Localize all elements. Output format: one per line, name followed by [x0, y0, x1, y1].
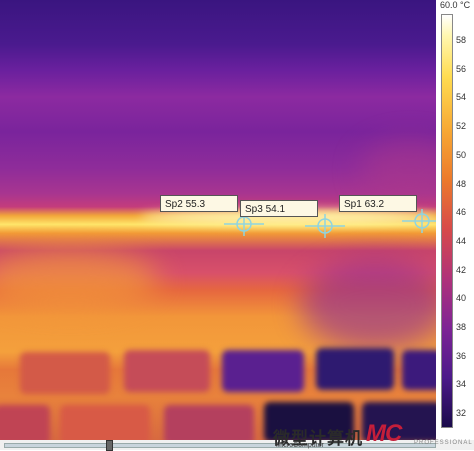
scale-tick-label: 54	[456, 92, 467, 103]
keyboard-key	[316, 348, 394, 390]
scale-tick-label: 42	[456, 264, 467, 275]
spot-label-sp1: Sp1 63.2	[339, 195, 417, 212]
scale-tick-label: 46	[456, 207, 467, 218]
keyboard-key	[20, 352, 110, 394]
thermal-image: Sp2 55.3 Sp3 54.1 Sp1 63.2	[0, 0, 436, 440]
scale-tick-label: 32	[456, 408, 467, 419]
scale-tick-label: 44	[456, 235, 467, 246]
keyboard-key	[164, 405, 254, 440]
spot-marker-sp1[interactable]	[402, 209, 436, 233]
cool-region	[300, 260, 436, 350]
bottom-slider-bar	[0, 440, 474, 451]
spot-marker-sp3[interactable]	[305, 214, 345, 238]
cool-region	[360, 140, 436, 200]
keyboard-key	[60, 405, 150, 440]
spot-label-sp2: Sp2 55.3	[160, 195, 238, 212]
scale-tick-label: 58	[456, 35, 467, 45]
color-scale-bar	[441, 14, 453, 428]
scale-max-label: 60.0 °C	[440, 0, 471, 10]
keyboard-key	[124, 350, 210, 392]
scale-tick-label: 34	[456, 379, 467, 390]
scale-tick-label: 48	[456, 178, 467, 189]
scale-tick-label: 36	[456, 350, 467, 361]
slider-thumb[interactable]	[106, 440, 113, 451]
watermark-subtitle: MicroComputer	[276, 442, 324, 449]
spot-label-sp3: Sp3 54.1	[240, 200, 318, 217]
scale-tick-label: 50	[456, 149, 467, 160]
scale-tick-label: 40	[456, 293, 467, 304]
temperature-scale: 60.0 °C 58 56 54 52 50 48 46 44 42 40 38 36 34 32	[436, 0, 474, 440]
keyboard-key	[402, 350, 436, 390]
mc-logo-sub: PROFESSIONAL	[414, 440, 473, 446]
scale-tick-label: 56	[456, 63, 467, 74]
scale-tick-label: 52	[456, 121, 467, 132]
keyboard-key	[222, 350, 304, 392]
keyboard-key	[0, 405, 50, 440]
hot-region	[0, 250, 160, 310]
scale-tick-label: 38	[456, 322, 467, 332]
mc-logo: MC	[366, 420, 402, 447]
